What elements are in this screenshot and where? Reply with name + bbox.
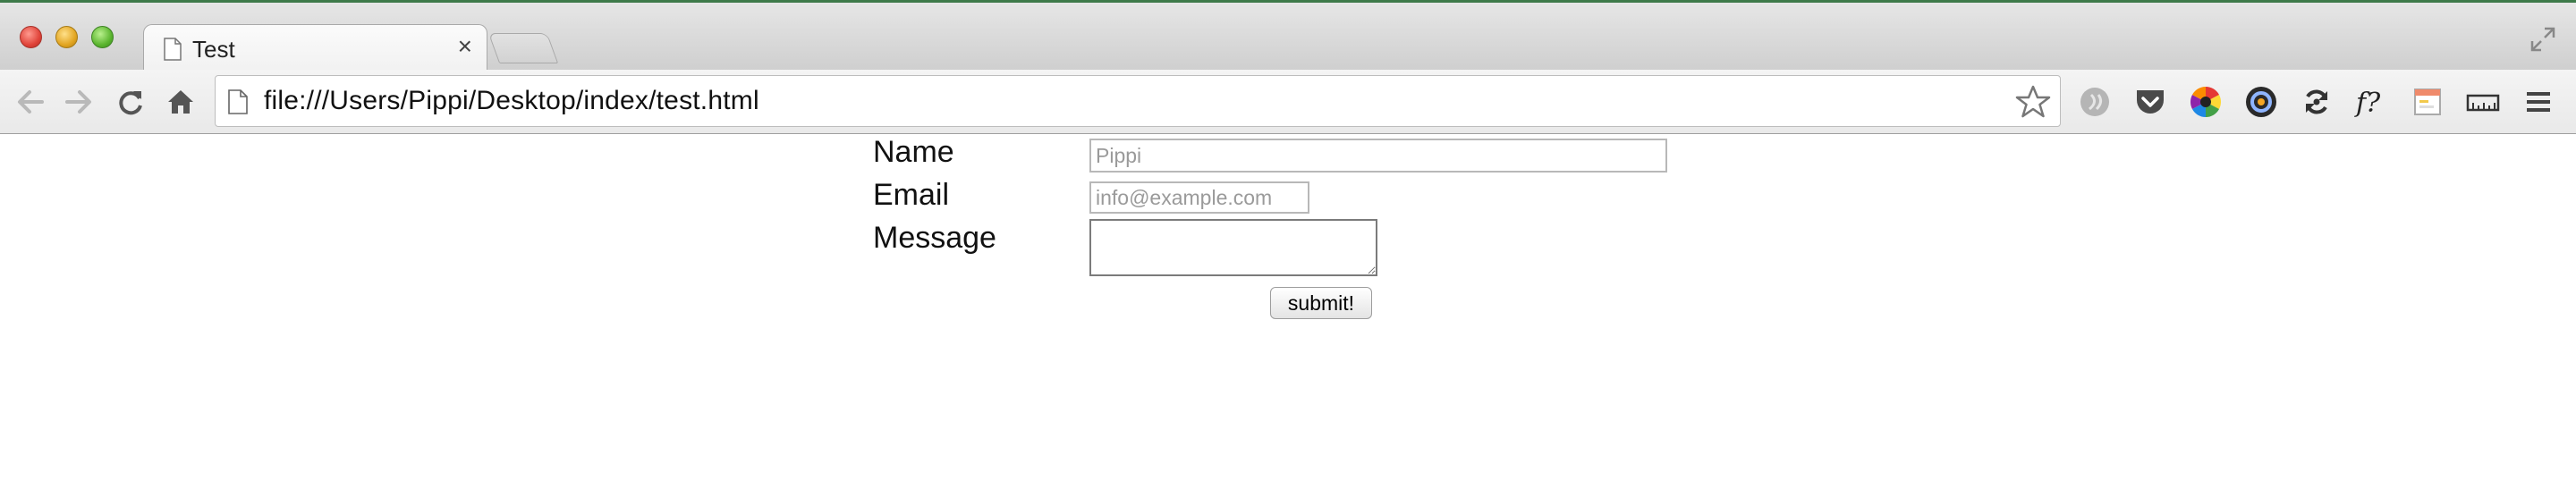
email-label: Email: [873, 178, 950, 212]
reload-icon: [119, 91, 142, 115]
extension-ruler[interactable]: [2465, 84, 2501, 120]
back-button[interactable]: [14, 86, 47, 118]
pocket-icon: [2080, 88, 2109, 116]
url-text: file:///Users/Pippi/Desktop/index/test.h…: [264, 86, 759, 115]
extension-whatfont[interactable]: f?: [2354, 84, 2390, 120]
chrome-menu-button[interactable]: [2521, 84, 2556, 120]
name-label: Name: [873, 135, 954, 169]
tab-close-button[interactable]: ×: [458, 34, 472, 59]
home-icon: [168, 90, 193, 114]
browser-toolbar: file:///Users/Pippi/Desktop/index/test.h…: [0, 70, 2576, 134]
forward-button[interactable]: [63, 86, 95, 118]
zoom-window-button[interactable]: [91, 26, 114, 48]
color-wheel-icon: [2190, 87, 2221, 117]
page-content: Name Email Message submit!: [0, 135, 2576, 497]
address-bar[interactable]: file:///Users/Pippi/Desktop/index/test.h…: [215, 75, 2061, 127]
note-icon: [2414, 88, 2441, 115]
page-icon: [228, 89, 248, 114]
tab-test[interactable]: Test ×: [143, 24, 487, 72]
forward-icon: [65, 90, 91, 114]
star-icon[interactable]: [2015, 84, 2051, 120]
pocket-icon: [2137, 90, 2164, 114]
tab-title: Test: [192, 36, 235, 63]
extension-color-picker[interactable]: [2188, 84, 2224, 120]
home-button[interactable]: [165, 86, 197, 118]
tint-icon: [2246, 87, 2276, 117]
extension-note[interactable]: [2410, 84, 2445, 120]
minimize-window-button[interactable]: [55, 26, 78, 48]
submit-button[interactable]: submit!: [1270, 287, 1372, 319]
email-input[interactable]: [1089, 181, 1309, 214]
close-window-button[interactable]: [20, 26, 42, 48]
name-input[interactable]: [1089, 139, 1667, 173]
menu-icon: [2527, 92, 2550, 112]
page-icon: [164, 38, 182, 61]
fullscreen-icon[interactable]: [2529, 26, 2556, 53]
message-label: Message: [873, 221, 996, 255]
reload-button[interactable]: [114, 86, 147, 118]
message-textarea[interactable]: [1089, 219, 1377, 276]
svg-text:f?: f?: [2354, 88, 2381, 119]
ruler-icon: [2466, 94, 2500, 112]
font-icon: f?: [2354, 88, 2381, 119]
extension-gray[interactable]: [2077, 84, 2113, 120]
extension-sync[interactable]: [2299, 84, 2334, 120]
extension-tint[interactable]: [2243, 84, 2279, 120]
new-tab-button[interactable]: [487, 33, 559, 63]
extension-pocket[interactable]: [2132, 84, 2168, 120]
back-icon: [18, 90, 44, 114]
sync-icon: [2306, 89, 2327, 114]
tab-strip: Test ×: [0, 0, 2576, 72]
